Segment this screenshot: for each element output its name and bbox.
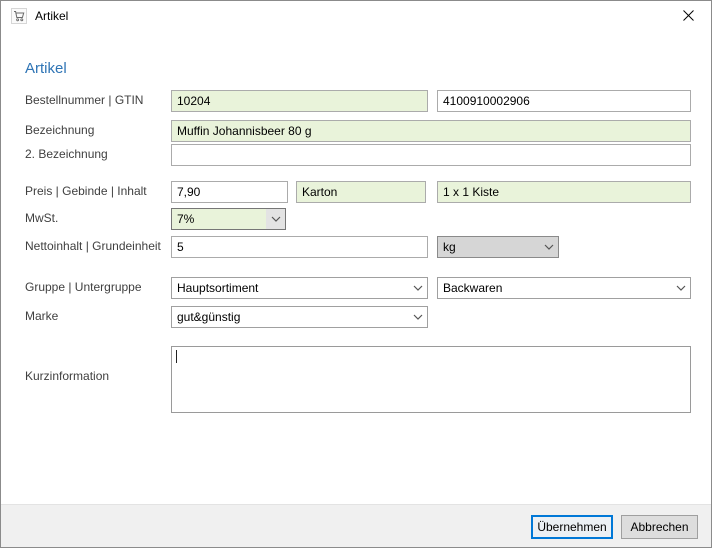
grundeinheit-select[interactable]: kg xyxy=(437,236,559,258)
gruppe-select[interactable]: Hauptsortiment xyxy=(171,277,428,299)
uebernehmen-button[interactable]: Übernehmen xyxy=(531,515,613,539)
mwst-label: MwSt. xyxy=(25,211,58,225)
close-button[interactable] xyxy=(666,2,711,30)
kurzinformation-label: Kurzinformation xyxy=(25,369,109,383)
marke-selected-value: gut&günstig xyxy=(172,307,408,327)
bezeichnung2-input[interactable] xyxy=(171,144,691,166)
bestellnummer-input[interactable] xyxy=(171,90,428,112)
marke-label: Marke xyxy=(25,309,58,323)
bestellnummer-gtin-label: Bestellnummer | GTIN xyxy=(25,93,143,107)
grundeinheit-selected-value: kg xyxy=(438,237,539,257)
gtin-input[interactable] xyxy=(437,90,691,112)
title-bar: Artikel xyxy=(1,1,711,31)
bezeichnung-input[interactable] xyxy=(171,120,691,142)
mwst-select[interactable]: 7% xyxy=(171,208,286,230)
untergruppe-selected-value: Backwaren xyxy=(438,278,671,298)
chevron-down-icon xyxy=(266,209,285,229)
gebinde-input[interactable] xyxy=(296,181,426,203)
inhalt-input[interactable] xyxy=(437,181,691,203)
gruppe-label: Gruppe | Untergruppe xyxy=(25,280,142,294)
bezeichnung2-label: 2. Bezeichnung xyxy=(25,147,108,161)
chevron-down-icon xyxy=(408,307,427,327)
mwst-selected-value: 7% xyxy=(172,209,266,229)
kurzinformation-textarea[interactable] xyxy=(171,346,691,413)
artikel-dialog: Artikel Artikel Bestellnummer | GTIN Bez… xyxy=(0,0,712,548)
window-title: Artikel xyxy=(35,9,68,23)
chevron-down-icon xyxy=(408,278,427,298)
chevron-down-icon xyxy=(671,278,690,298)
abbrechen-button[interactable]: Abbrechen xyxy=(621,515,698,539)
chevron-down-icon xyxy=(539,237,558,257)
marke-select[interactable]: gut&günstig xyxy=(171,306,428,328)
nettoinhalt-label: Nettoinhalt | Grundeinheit xyxy=(25,239,161,253)
text-caret xyxy=(176,350,177,363)
nettoinhalt-input[interactable] xyxy=(171,236,428,258)
close-icon xyxy=(683,9,694,24)
untergruppe-select[interactable]: Backwaren xyxy=(437,277,691,299)
preis-gebinde-inhalt-label: Preis | Gebinde | Inhalt xyxy=(25,184,147,198)
bezeichnung-label: Bezeichnung xyxy=(25,123,94,137)
shopping-cart-icon xyxy=(11,8,27,24)
section-heading: Artikel xyxy=(25,60,67,77)
preis-input[interactable] xyxy=(171,181,288,203)
gruppe-selected-value: Hauptsortiment xyxy=(172,278,408,298)
